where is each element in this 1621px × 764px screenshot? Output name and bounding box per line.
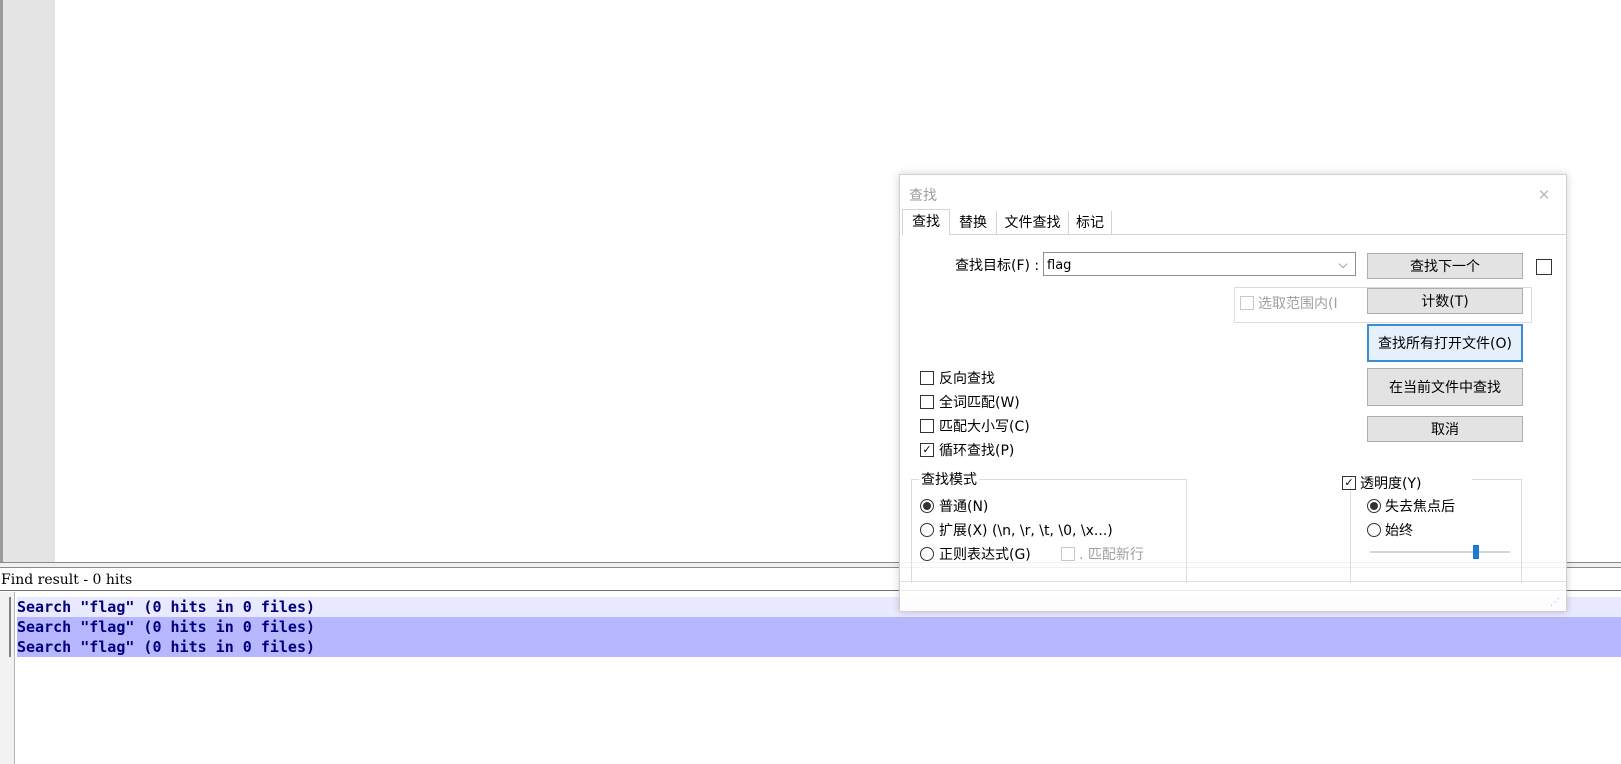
transparency-on-losing-focus-label: 失去焦点后 [1385, 499, 1455, 515]
match-newline-label: . 匹配新行 [1079, 547, 1144, 563]
count-button[interactable]: 计数(T) [1367, 288, 1523, 314]
transparency-always-label: 始终 [1385, 523, 1413, 539]
find-next-button[interactable]: 查找下一个 [1367, 253, 1523, 279]
mode-normal-radio[interactable] [920, 499, 934, 513]
find-all-open-files-button[interactable]: 查找所有打开文件(O) [1367, 324, 1523, 362]
fold-marker [9, 617, 11, 637]
editor-line-number-gutter [3, 0, 55, 564]
wrap-around-label: 循环查找(P) [939, 443, 1015, 459]
transparency-slider-track[interactable] [1370, 551, 1510, 553]
backward-label: 反向查找 [939, 371, 995, 387]
mode-extended-label: 扩展(X) (\n, \r, \t, \0, \x...) [939, 523, 1113, 539]
dialog-title: 查找 [909, 188, 937, 204]
find-result-fold-margin [0, 592, 15, 764]
tab-find-in-files[interactable]: 文件查找 [996, 211, 1068, 235]
find-target-label: 查找目标(F) : [955, 258, 1040, 274]
result-line[interactable]: Search "flag" (0 hits in 0 files) [17, 617, 1621, 637]
find-target-input[interactable] [1043, 252, 1356, 276]
mode-regex-radio[interactable] [920, 547, 934, 561]
whole-word-label: 全词匹配(W) [939, 395, 1020, 411]
mode-regex-label: 正则表达式(G) [939, 547, 1031, 563]
in-selection-label: 选取范围内(I [1258, 296, 1338, 312]
tab-replace[interactable]: 替换 [950, 211, 996, 235]
wrap-around-checkbox[interactable]: ✓ [920, 443, 934, 457]
transparency-label: 透明度(Y) [1360, 476, 1422, 492]
transparency-slider-thumb[interactable] [1473, 545, 1479, 559]
cancel-button[interactable]: 取消 [1367, 416, 1523, 442]
match-case-checkbox[interactable] [920, 419, 934, 433]
dialog-status-divider [900, 581, 1566, 582]
mode-extended-radio[interactable] [920, 523, 934, 537]
fold-marker [9, 637, 11, 657]
tab-mark[interactable]: 标记 [1068, 211, 1112, 235]
find-next-checkbox[interactable] [1536, 259, 1552, 275]
whole-word-checkbox[interactable] [920, 395, 934, 409]
match-newline-checkbox[interactable] [1061, 547, 1075, 561]
tab-divider [1112, 234, 1566, 235]
transparency-always-radio[interactable] [1367, 523, 1381, 537]
match-case-label: 匹配大小写(C) [939, 419, 1030, 435]
backward-checkbox[interactable] [920, 371, 934, 385]
chevron-down-icon[interactable]: ⌵ [1333, 253, 1353, 275]
fold-marker [9, 597, 11, 617]
result-line[interactable]: Search "flag" (0 hits in 0 files) [17, 637, 1621, 657]
find-dialog: 查找 ✕ 查找 替换 文件查找 标记 查找目标(F) : ⌵ 查找下一个 选取范… [899, 174, 1567, 612]
close-icon[interactable]: ✕ [1532, 183, 1556, 207]
mode-normal-label: 普通(N) [939, 499, 989, 515]
find-in-current-file-button[interactable]: 在当前文件中查找 [1367, 368, 1523, 406]
in-selection-checkbox[interactable] [1240, 296, 1254, 310]
tab-find[interactable]: 查找 [902, 209, 950, 235]
resize-grip-icon[interactable]: ⋰ [1550, 597, 1562, 609]
search-mode-title: 查找模式 [919, 469, 979, 489]
transparency-checkbox[interactable]: ✓ [1342, 476, 1356, 490]
transparency-on-losing-focus-radio[interactable] [1367, 499, 1381, 513]
